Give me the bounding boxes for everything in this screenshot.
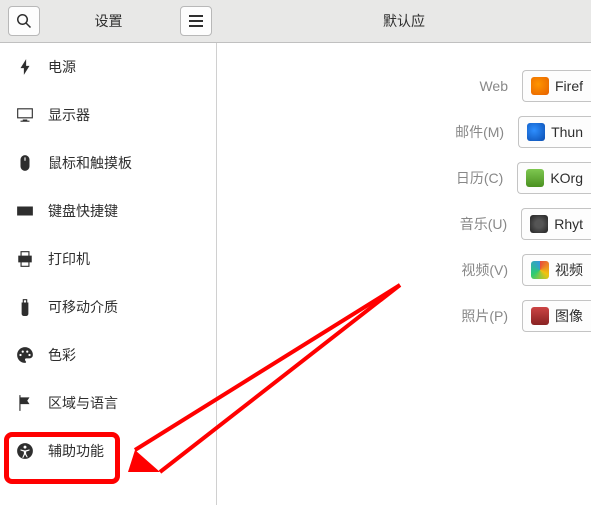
sidebar-item-label: 电源 <box>48 57 76 77</box>
row-label: Web <box>479 78 508 94</box>
sidebar-item-label: 色彩 <box>48 345 76 365</box>
display-icon <box>16 106 34 124</box>
default-app-row-web: Web Firef <box>217 63 591 109</box>
app-name: Thun <box>551 124 583 140</box>
default-app-row-mail: 邮件(M) Thun <box>217 109 591 155</box>
sidebar-item-displays[interactable]: 显示器 <box>0 91 216 139</box>
accessibility-icon <box>16 442 34 460</box>
default-app-row-music: 音乐(U) Rhyt <box>217 201 591 247</box>
header-bar: 设置 默认应 <box>0 0 591 43</box>
flag-icon <box>16 394 34 412</box>
sidebar-item-label: 区域与语言 <box>48 393 118 413</box>
sidebar-item-label: 辅助功能 <box>48 441 104 461</box>
sidebar-item-mouse[interactable]: 鼠标和触摸板 <box>0 139 216 187</box>
color-icon <box>16 346 34 364</box>
sidebar-item-region-language[interactable]: 区域与语言 <box>0 379 216 427</box>
thunderbird-icon <box>527 123 545 141</box>
default-app-row-video: 视频(V) 视频 <box>217 247 591 293</box>
app-name: Firef <box>555 78 583 94</box>
app-selector-calendar[interactable]: KOrg <box>517 162 591 194</box>
sidebar-item-printers[interactable]: 打印机 <box>0 235 216 283</box>
main-panel: Web Firef 邮件(M) Thun 日历(C) KOrg 音乐(U) <box>217 43 591 505</box>
app-name: 图像 <box>555 306 583 326</box>
app-selector-mail[interactable]: Thun <box>518 116 591 148</box>
sidebar-item-power[interactable]: 电源 <box>0 43 216 91</box>
sidebar-item-label: 鼠标和触摸板 <box>48 153 132 173</box>
video-icon <box>531 261 549 279</box>
row-label: 日历(C) <box>456 168 503 188</box>
search-icon <box>16 13 32 29</box>
row-label: 邮件(M) <box>455 122 504 142</box>
hamburger-icon <box>189 15 203 27</box>
search-button[interactable] <box>8 6 40 36</box>
sidebar-item-label: 可移动介质 <box>48 297 118 317</box>
app-selector-photos[interactable]: 图像 <box>522 300 591 332</box>
printer-icon <box>16 250 34 268</box>
menu-button[interactable] <box>180 6 212 36</box>
sidebar: 电源 显示器 鼠标和触摸板 键盘快捷键 打印机 可移动介质 色彩 区域与语言 <box>0 43 217 505</box>
firefox-icon <box>531 77 549 95</box>
panel-title: 默认应 <box>217 11 591 31</box>
sidebar-item-label: 显示器 <box>48 105 90 125</box>
default-app-row-calendar: 日历(C) KOrg <box>217 155 591 201</box>
keyboard-icon <box>16 202 34 220</box>
mouse-icon <box>16 154 34 172</box>
power-icon <box>16 58 34 76</box>
sidebar-item-accessibility[interactable]: 辅助功能 <box>0 427 216 475</box>
app-selector-web[interactable]: Firef <box>522 70 591 102</box>
image-viewer-icon <box>531 307 549 325</box>
korganizer-icon <box>526 169 544 187</box>
app-selector-music[interactable]: Rhyt <box>521 208 591 240</box>
row-label: 照片(P) <box>461 306 508 326</box>
sidebar-item-label: 打印机 <box>48 249 90 269</box>
row-label: 视频(V) <box>461 260 508 280</box>
sidebar-item-label: 键盘快捷键 <box>48 201 118 221</box>
sidebar-item-color[interactable]: 色彩 <box>0 331 216 379</box>
sidebar-item-removable-media[interactable]: 可移动介质 <box>0 283 216 331</box>
app-name: 视频 <box>555 260 583 280</box>
sidebar-item-keyboard[interactable]: 键盘快捷键 <box>0 187 216 235</box>
app-name: KOrg <box>550 170 583 186</box>
rhythmbox-icon <box>530 215 548 233</box>
row-label: 音乐(U) <box>460 214 507 234</box>
usb-icon <box>16 298 34 316</box>
default-app-row-photos: 照片(P) 图像 <box>217 293 591 339</box>
app-name: Rhyt <box>554 216 583 232</box>
app-selector-video[interactable]: 视频 <box>522 254 591 286</box>
